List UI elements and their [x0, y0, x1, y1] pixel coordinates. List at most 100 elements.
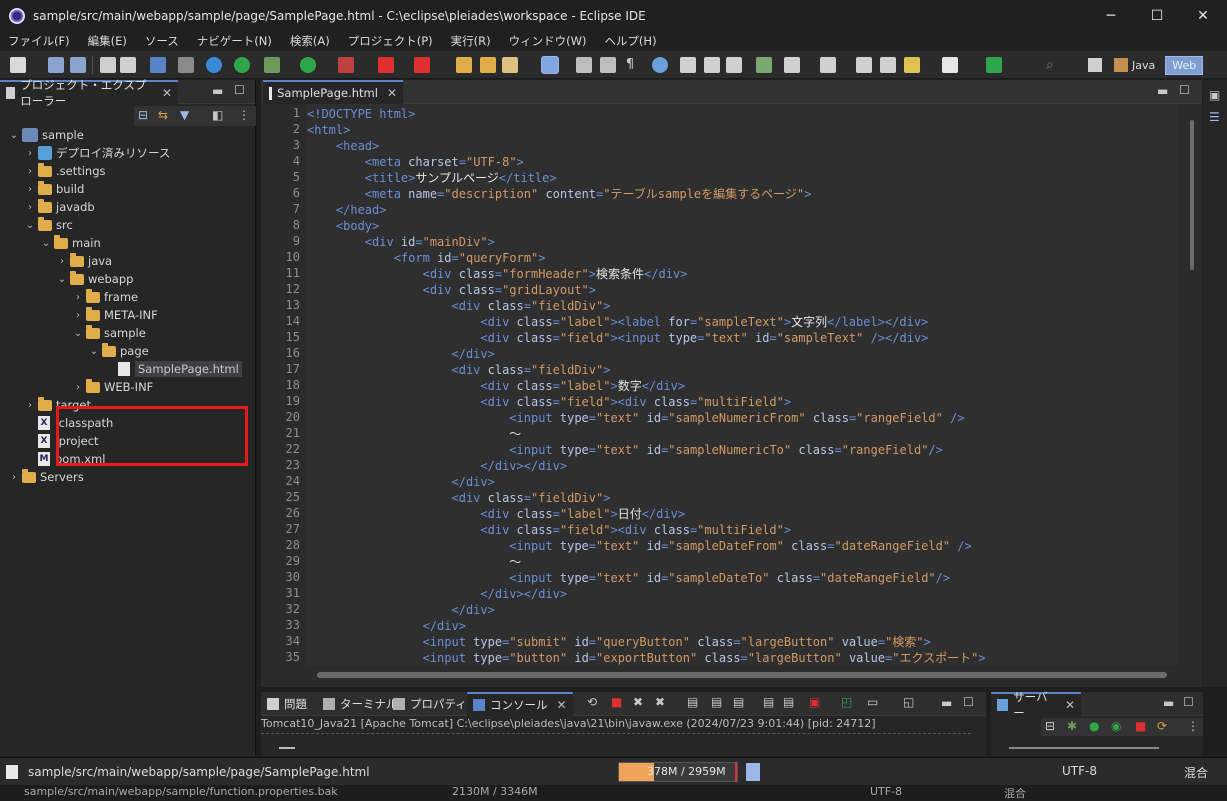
- focus-icon[interactable]: ◧: [212, 108, 223, 122]
- remove-launch-icon[interactable]: ✖: [633, 695, 643, 709]
- maximize-view-icon[interactable]: ☐: [1183, 695, 1194, 709]
- clear-console-icon[interactable]: ▤: [687, 695, 698, 709]
- tab-samplepage-html[interactable]: SamplePage.html ✕: [263, 80, 403, 104]
- tree-item[interactable]: ⌄ main: [40, 234, 101, 252]
- server-stop-icon[interactable]: [414, 57, 430, 73]
- maximize-button[interactable]: ☐: [1134, 0, 1180, 31]
- open-folder-icon[interactable]: [456, 57, 472, 73]
- maximize-view-icon[interactable]: ☐: [234, 83, 245, 97]
- tree-item[interactable]: › frame: [72, 288, 138, 306]
- vertical-scrollbar[interactable]: [1190, 120, 1194, 270]
- power-icon[interactable]: [234, 57, 250, 73]
- collapse-icon[interactable]: ⊟: [1045, 719, 1055, 733]
- globe-icon[interactable]: [652, 57, 668, 73]
- minimize-view-icon[interactable]: ▬: [941, 696, 952, 710]
- show-on-output-icon[interactable]: ▤: [763, 695, 774, 709]
- close-icon[interactable]: ✕: [557, 698, 567, 712]
- close-icon[interactable]: ✕: [387, 86, 397, 100]
- expanded-arrow-icon[interactable]: ⌄: [72, 328, 84, 339]
- run-icon[interactable]: [300, 57, 316, 73]
- search-icon[interactable]: ⌕: [1046, 57, 1062, 73]
- menu-file[interactable]: ファイル(F): [0, 33, 80, 49]
- tree-item[interactable]: › javadb: [24, 198, 95, 216]
- profile-server-icon[interactable]: ◉: [1111, 719, 1121, 733]
- forward-icon[interactable]: [942, 57, 958, 73]
- collapsed-arrow-icon[interactable]: ›: [24, 202, 36, 213]
- show-stderr-icon[interactable]: ▣: [809, 695, 820, 709]
- collapse-all-icon[interactable]: ⊟: [138, 108, 148, 122]
- save-icon[interactable]: [48, 57, 64, 73]
- tree-item[interactable]: ⌄ webapp: [56, 270, 133, 288]
- forward-edit-icon[interactable]: [880, 57, 896, 73]
- filter-icon[interactable]: ▼: [180, 108, 189, 122]
- new-icon[interactable]: [10, 57, 26, 73]
- stop-icon[interactable]: [378, 57, 394, 73]
- undo-icon[interactable]: [100, 57, 116, 73]
- java-perspective-button[interactable]: Java: [1132, 59, 1155, 72]
- garbage-collect-icon[interactable]: [746, 763, 760, 781]
- back-icon[interactable]: [904, 57, 920, 73]
- link-with-editor-icon[interactable]: ⇆: [158, 108, 168, 122]
- menu-edit[interactable]: 編集(E): [80, 33, 137, 49]
- menu-run[interactable]: 実行(R): [443, 33, 501, 49]
- restore-icon[interactable]: ▣: [1209, 88, 1220, 102]
- word-wrap-icon[interactable]: [600, 57, 616, 73]
- collapsed-arrow-icon[interactable]: ›: [24, 400, 36, 411]
- open-type-icon[interactable]: [480, 57, 496, 73]
- word-wrap-icon[interactable]: ▤: [733, 695, 744, 709]
- tree-item[interactable]: › META-INF: [72, 306, 158, 324]
- new-html-icon[interactable]: [726, 57, 742, 73]
- menu-window[interactable]: ウィンドウ(W): [501, 33, 597, 49]
- menu-project[interactable]: プロジェクト(P): [340, 33, 443, 49]
- view-menu-icon[interactable]: ⋮: [1187, 719, 1199, 733]
- tree-item[interactable]: ⌄ page: [88, 342, 149, 360]
- open-perspective-icon[interactable]: [986, 57, 1002, 73]
- new-class-icon[interactable]: [680, 57, 696, 73]
- expanded-arrow-icon[interactable]: ⌄: [56, 274, 68, 285]
- tree-item[interactable]: › Servers: [8, 468, 84, 486]
- collapsed-arrow-icon[interactable]: ›: [24, 184, 36, 195]
- display-console-icon[interactable]: ▭: [867, 695, 878, 709]
- tree-item[interactable]: › WEB-INF: [72, 378, 153, 396]
- outline-icon[interactable]: ☰: [1209, 110, 1220, 124]
- collapsed-arrow-icon[interactable]: ›: [24, 148, 36, 159]
- tree-item[interactable]: ⌄ sample: [72, 324, 146, 342]
- menu-help[interactable]: ヘルプ(H): [596, 33, 666, 49]
- debug-server-icon[interactable]: ✱: [1067, 719, 1077, 733]
- tab-project-explorer[interactable]: プロジェクト・エクスプローラー ✕: [0, 78, 178, 108]
- tree-item[interactable]: › .settings: [24, 162, 106, 180]
- minimize-button[interactable]: ─: [1088, 0, 1134, 31]
- save-all-icon[interactable]: [70, 57, 86, 73]
- pilcrow-icon[interactable]: ¶: [622, 57, 638, 73]
- pin-console-icon[interactable]: ⟲: [587, 695, 597, 709]
- tree-item[interactable]: ⌄ sample: [8, 126, 84, 144]
- code-editor[interactable]: <!DOCTYPE html> <html> <head> <meta chars…: [307, 104, 1177, 666]
- close-button[interactable]: ✕: [1180, 0, 1226, 31]
- close-icon[interactable]: ✕: [162, 86, 172, 100]
- tree-item[interactable]: SamplePage.html: [104, 360, 242, 378]
- stop-server-icon[interactable]: ■: [1135, 719, 1146, 733]
- new-package-icon[interactable]: [704, 57, 720, 73]
- scrollbar-thumb[interactable]: [317, 672, 1167, 678]
- terminal-icon[interactable]: [150, 57, 166, 73]
- menu-search[interactable]: 検索(A): [282, 33, 340, 49]
- expanded-arrow-icon[interactable]: ⌄: [40, 238, 52, 249]
- tab-console[interactable]: コンソール ✕: [467, 692, 573, 716]
- tree-item[interactable]: ⌄ src: [24, 216, 73, 234]
- scroll-lock-icon[interactable]: ▤: [711, 695, 722, 709]
- close-icon[interactable]: ✕: [1065, 698, 1075, 712]
- expanded-arrow-icon[interactable]: ⌄: [24, 220, 36, 231]
- minimize-view-icon[interactable]: ▬: [1163, 696, 1174, 710]
- collapsed-arrow-icon[interactable]: ›: [24, 166, 36, 177]
- debug-icon[interactable]: [264, 57, 280, 73]
- build-icon[interactable]: [756, 57, 772, 73]
- tab-problems[interactable]: 問題: [261, 692, 313, 716]
- brush-icon[interactable]: [502, 57, 518, 73]
- collapsed-arrow-icon[interactable]: ›: [8, 472, 20, 483]
- web-perspective-button[interactable]: Web: [1165, 55, 1204, 75]
- tree-item[interactable]: › build: [24, 180, 84, 198]
- link-icon[interactable]: [178, 57, 194, 73]
- new-console-icon[interactable]: ◱: [903, 695, 914, 709]
- expanded-arrow-icon[interactable]: ⌄: [88, 346, 100, 357]
- minimize-view-icon[interactable]: ▬: [1157, 84, 1168, 98]
